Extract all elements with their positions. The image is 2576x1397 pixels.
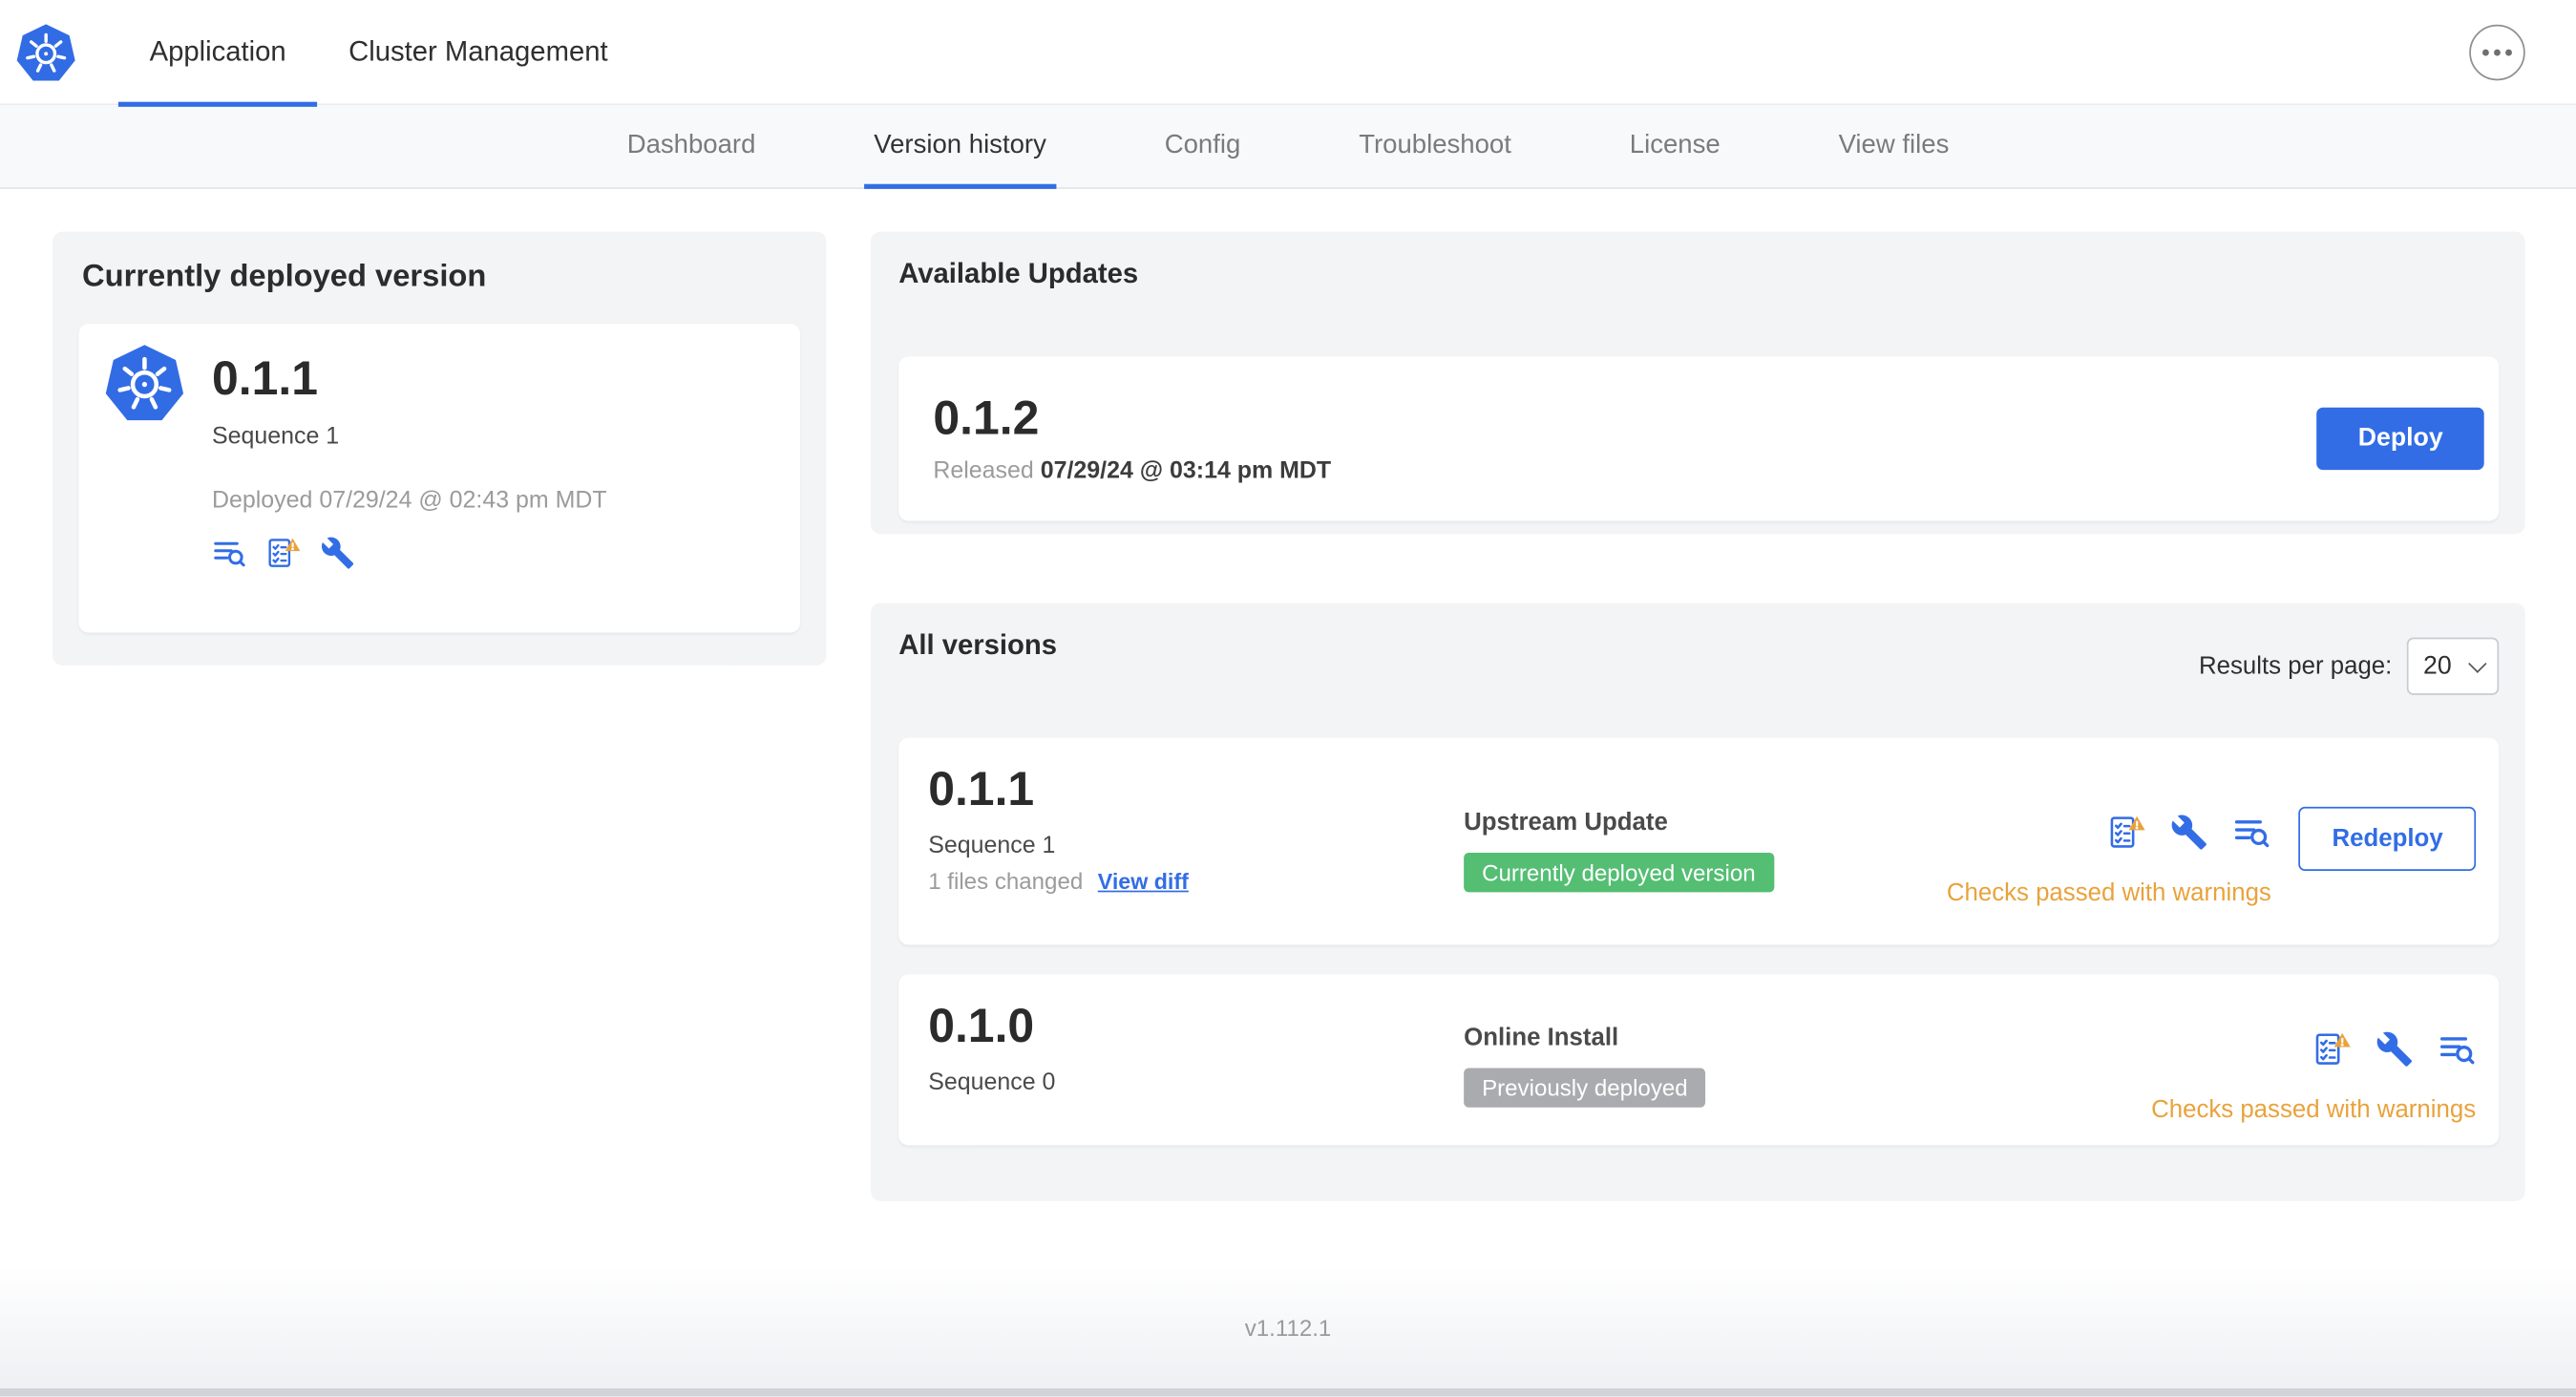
row-version-number: 0.1.0 <box>928 1000 1035 1053</box>
row-sequence: Sequence 0 <box>928 1069 1056 1096</box>
window-bottom-edge <box>0 1387 2576 1397</box>
version-row: 0.1.1 Sequence 1 1 files changed View di… <box>898 737 2500 945</box>
checks-status-text: Checks passed with warnings <box>2151 1095 2477 1124</box>
top-tabs: Application Cluster Management <box>117 0 639 106</box>
row-sequence: Sequence 1 <box>928 833 1056 859</box>
deploy-button[interactable]: Deploy <box>2316 407 2484 471</box>
config-wrench-icon[interactable] <box>2375 1030 2414 1069</box>
kubernetes-logo <box>16 23 75 80</box>
preflight-checklist-warning-icon[interactable] <box>2313 1030 2352 1069</box>
deployed-version-card: 0.1.1 Sequence 1 Deployed 07/29/24 @ 02:… <box>78 323 800 633</box>
tab-version-history[interactable]: Version history <box>863 105 1057 189</box>
tab-cluster-management[interactable]: Cluster Management <box>317 0 639 104</box>
deployed-sequence: Sequence 1 <box>211 423 340 451</box>
results-per-page: Results per page: 20 <box>2199 637 2500 695</box>
redeploy-button[interactable]: Redeploy <box>2299 806 2477 871</box>
tab-view-files[interactable]: View files <box>1828 105 1958 187</box>
tab-troubleshoot[interactable]: Troubleshoot <box>1349 105 1521 187</box>
files-changed-label: 1 files changed <box>928 867 1084 895</box>
config-wrench-icon[interactable] <box>2171 814 2209 852</box>
version-rows: 0.1.1 Sequence 1 1 files changed View di… <box>898 737 2500 1146</box>
row-action-icons <box>2108 814 2270 852</box>
status-badge: Currently deployed version <box>1464 853 1774 893</box>
update-version-number: 0.1.2 <box>933 392 1040 446</box>
right-column: Available Updates 0.1.2 Released 07/29/2… <box>870 231 2525 1201</box>
logs-search-icon[interactable] <box>2233 814 2271 852</box>
preflight-checklist-warning-icon[interactable] <box>266 536 301 570</box>
currently-deployed-panel: Currently deployed version 0.1.1 Sequenc… <box>53 231 827 666</box>
overflow-menu-button[interactable] <box>2469 23 2525 80</box>
ellipsis-icon <box>2480 48 2515 55</box>
kubernetes-logo <box>105 345 184 421</box>
sub-nav: Dashboard Version history Config Trouble… <box>0 105 2576 189</box>
deployed-timestamp: Deployed 07/29/24 @ 02:43 pm MDT <box>211 488 607 515</box>
logs-search-icon[interactable] <box>2439 1030 2477 1069</box>
results-per-page-select[interactable]: 20 <box>2406 637 2500 695</box>
row-action-icons <box>2313 1030 2476 1069</box>
tab-dashboard[interactable]: Dashboard <box>617 105 765 187</box>
logs-search-icon[interactable] <box>212 536 246 570</box>
top-nav: Application Cluster Management <box>0 0 2576 106</box>
tab-application[interactable]: Application <box>117 0 318 106</box>
app-root: Application Cluster Management Dashboard… <box>0 0 2576 1397</box>
app-footer: v1.112.1 <box>0 1264 2576 1388</box>
view-diff-link[interactable]: View diff <box>1098 869 1189 894</box>
update-released-line: Released 07/29/24 @ 03:14 pm MDT <box>933 458 1331 485</box>
available-updates-title: Available Updates <box>898 258 1139 289</box>
status-badge: Previously deployed <box>1464 1068 1706 1108</box>
config-wrench-icon[interactable] <box>321 536 355 570</box>
available-update-row: 0.1.2 Released 07/29/24 @ 03:14 pm MDT D… <box>898 356 2500 521</box>
console-version: v1.112.1 <box>1244 1313 1332 1341</box>
released-label: Released <box>933 458 1034 485</box>
results-per-page-label: Results per page: <box>2199 652 2393 681</box>
deployed-version-number: 0.1.1 <box>211 352 318 407</box>
main-content: Currently deployed version 0.1.1 Sequenc… <box>0 189 2576 1201</box>
row-source-label: Online Install <box>1464 1023 1619 1052</box>
deployed-version-actions <box>212 536 773 570</box>
tab-config[interactable]: Config <box>1154 105 1250 187</box>
row-version-number: 0.1.1 <box>928 764 1035 817</box>
checks-status-text: Checks passed with warnings <box>1946 878 2271 907</box>
currently-deployed-title: Currently deployed version <box>82 259 487 295</box>
tab-license[interactable]: License <box>1619 105 1730 187</box>
preflight-checklist-warning-icon[interactable] <box>2108 814 2146 852</box>
row-source-label: Upstream Update <box>1464 808 1668 836</box>
version-row: 0.1.0 Sequence 0 Online Install Previous… <box>898 974 2500 1146</box>
released-date: 07/29/24 @ 03:14 pm MDT <box>1040 458 1332 485</box>
available-updates-panel: Available Updates 0.1.2 Released 07/29/2… <box>870 231 2525 535</box>
all-versions-panel: All versions Results per page: 20 0.1.1 … <box>870 603 2525 1201</box>
